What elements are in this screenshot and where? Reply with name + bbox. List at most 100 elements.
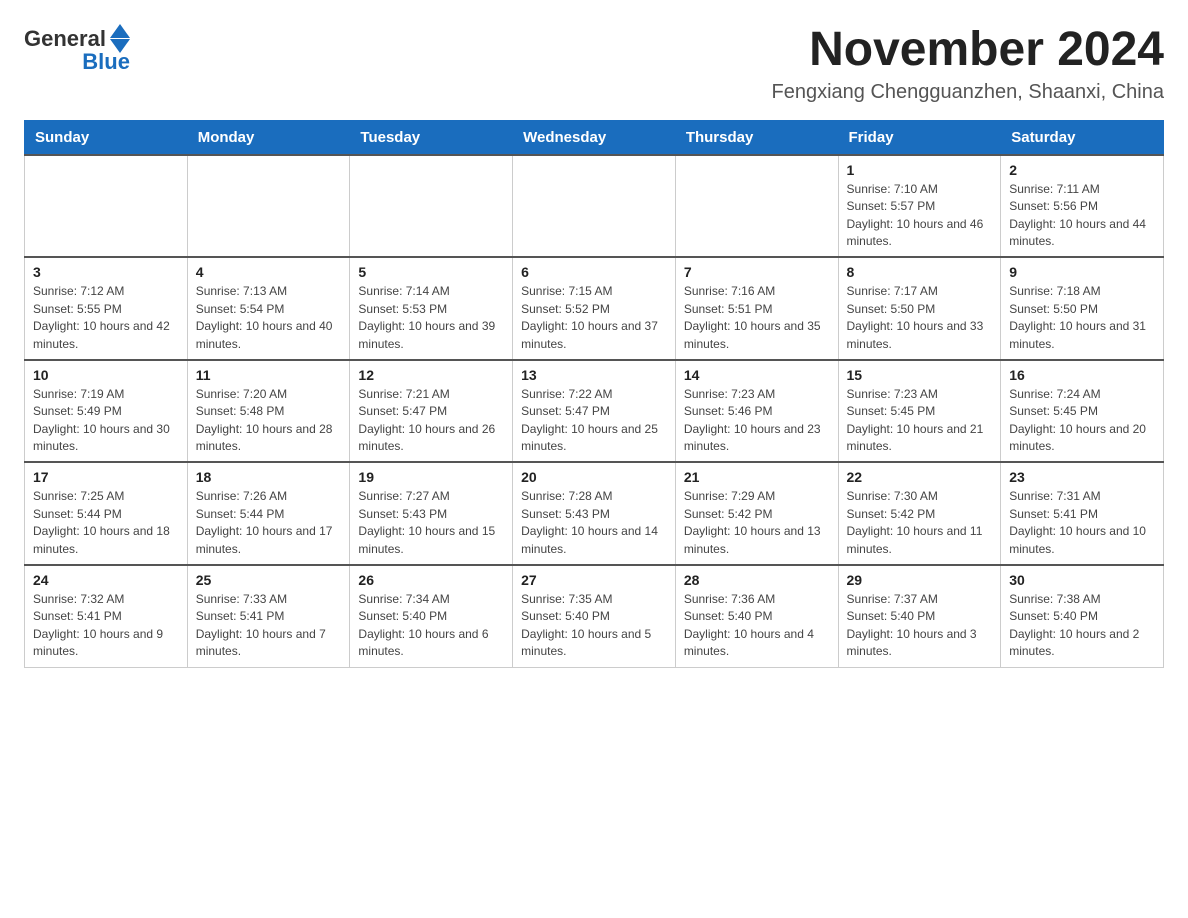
calendar-cell: 27 Sunrise: 7:35 AMSunset: 5:40 PMDayligh… bbox=[513, 565, 676, 667]
day-info: Sunrise: 7:36 AMSunset: 5:40 PMDaylight:… bbox=[684, 591, 830, 661]
day-number: 7 bbox=[684, 264, 830, 280]
day-info: Sunrise: 7:24 AMSunset: 5:45 PMDaylight:… bbox=[1009, 386, 1155, 456]
day-number: 20 bbox=[521, 469, 667, 485]
day-number: 10 bbox=[33, 367, 179, 383]
day-info: Sunrise: 7:18 AMSunset: 5:50 PMDaylight:… bbox=[1009, 283, 1155, 353]
day-number: 23 bbox=[1009, 469, 1155, 485]
week-row-2: 3 Sunrise: 7:12 AMSunset: 5:55 PMDaylight… bbox=[25, 257, 1164, 360]
day-info: Sunrise: 7:35 AMSunset: 5:40 PMDaylight:… bbox=[521, 591, 667, 661]
day-info: Sunrise: 7:15 AMSunset: 5:52 PMDaylight:… bbox=[521, 283, 667, 353]
day-number: 30 bbox=[1009, 572, 1155, 588]
week-row-4: 17 Sunrise: 7:25 AMSunset: 5:44 PMDayligh… bbox=[25, 462, 1164, 565]
day-info: Sunrise: 7:28 AMSunset: 5:43 PMDaylight:… bbox=[521, 488, 667, 558]
calendar-cell: 15 Sunrise: 7:23 AMSunset: 5:45 PMDayligh… bbox=[838, 360, 1001, 463]
calendar-cell: 25 Sunrise: 7:33 AMSunset: 5:41 PMDayligh… bbox=[187, 565, 350, 667]
day-number: 13 bbox=[521, 367, 667, 383]
calendar-cell: 23 Sunrise: 7:31 AMSunset: 5:41 PMDayligh… bbox=[1001, 462, 1164, 565]
day-info: Sunrise: 7:19 AMSunset: 5:49 PMDaylight:… bbox=[33, 386, 179, 456]
calendar-cell: 14 Sunrise: 7:23 AMSunset: 5:46 PMDayligh… bbox=[675, 360, 838, 463]
day-number: 18 bbox=[196, 469, 342, 485]
day-info: Sunrise: 7:37 AMSunset: 5:40 PMDaylight:… bbox=[847, 591, 993, 661]
calendar-cell: 12 Sunrise: 7:21 AMSunset: 5:47 PMDayligh… bbox=[350, 360, 513, 463]
day-info: Sunrise: 7:20 AMSunset: 5:48 PMDaylight:… bbox=[196, 386, 342, 456]
day-info: Sunrise: 7:23 AMSunset: 5:46 PMDaylight:… bbox=[684, 386, 830, 456]
calendar-cell bbox=[350, 155, 513, 258]
day-number: 8 bbox=[847, 264, 993, 280]
day-info: Sunrise: 7:26 AMSunset: 5:44 PMDaylight:… bbox=[196, 488, 342, 558]
calendar-cell: 16 Sunrise: 7:24 AMSunset: 5:45 PMDayligh… bbox=[1001, 360, 1164, 463]
calendar-cell bbox=[675, 155, 838, 258]
day-number: 25 bbox=[196, 572, 342, 588]
calendar-cell: 17 Sunrise: 7:25 AMSunset: 5:44 PMDayligh… bbox=[25, 462, 188, 565]
day-number: 11 bbox=[196, 367, 342, 383]
day-info: Sunrise: 7:29 AMSunset: 5:42 PMDaylight:… bbox=[684, 488, 830, 558]
calendar-header-wednesday: Wednesday bbox=[513, 120, 676, 155]
page-header: General Blue November 2024 Fengxiang Che… bbox=[24, 24, 1164, 104]
calendar-header-thursday: Thursday bbox=[675, 120, 838, 155]
calendar-cell: 11 Sunrise: 7:20 AMSunset: 5:48 PMDayligh… bbox=[187, 360, 350, 463]
day-info: Sunrise: 7:12 AMSunset: 5:55 PMDaylight:… bbox=[33, 283, 179, 353]
day-number: 24 bbox=[33, 572, 179, 588]
title-block: November 2024 Fengxiang Chengguanzhen, S… bbox=[771, 24, 1164, 104]
day-info: Sunrise: 7:23 AMSunset: 5:45 PMDaylight:… bbox=[847, 386, 993, 456]
day-info: Sunrise: 7:31 AMSunset: 5:41 PMDaylight:… bbox=[1009, 488, 1155, 558]
day-number: 2 bbox=[1009, 162, 1155, 178]
day-info: Sunrise: 7:30 AMSunset: 5:42 PMDaylight:… bbox=[847, 488, 993, 558]
day-info: Sunrise: 7:16 AMSunset: 5:51 PMDaylight:… bbox=[684, 283, 830, 353]
day-number: 9 bbox=[1009, 264, 1155, 280]
day-info: Sunrise: 7:14 AMSunset: 5:53 PMDaylight:… bbox=[358, 283, 504, 353]
day-info: Sunrise: 7:22 AMSunset: 5:47 PMDaylight:… bbox=[521, 386, 667, 456]
logo-general-text: General bbox=[24, 26, 106, 52]
calendar-cell: 18 Sunrise: 7:26 AMSunset: 5:44 PMDayligh… bbox=[187, 462, 350, 565]
day-number: 17 bbox=[33, 469, 179, 485]
day-number: 16 bbox=[1009, 367, 1155, 383]
day-info: Sunrise: 7:38 AMSunset: 5:40 PMDaylight:… bbox=[1009, 591, 1155, 661]
day-number: 3 bbox=[33, 264, 179, 280]
calendar-cell: 21 Sunrise: 7:29 AMSunset: 5:42 PMDayligh… bbox=[675, 462, 838, 565]
day-number: 15 bbox=[847, 367, 993, 383]
calendar-header-friday: Friday bbox=[838, 120, 1001, 155]
calendar-cell: 6Sunrise: 7:15 AMSunset: 5:52 PMDaylight… bbox=[513, 257, 676, 360]
day-number: 22 bbox=[847, 469, 993, 485]
calendar-cell: 9 Sunrise: 7:18 AMSunset: 5:50 PMDaylight… bbox=[1001, 257, 1164, 360]
day-info: Sunrise: 7:13 AMSunset: 5:54 PMDaylight:… bbox=[196, 283, 342, 353]
day-number: 4 bbox=[196, 264, 342, 280]
calendar-header-row: SundayMondayTuesdayWednesdayThursdayFrid… bbox=[25, 120, 1164, 155]
day-number: 12 bbox=[358, 367, 504, 383]
calendar-cell bbox=[187, 155, 350, 258]
day-number: 14 bbox=[684, 367, 830, 383]
calendar-cell: 10 Sunrise: 7:19 AMSunset: 5:49 PMDayligh… bbox=[25, 360, 188, 463]
calendar-cell: 7 Sunrise: 7:16 AMSunset: 5:51 PMDaylight… bbox=[675, 257, 838, 360]
main-title: November 2024 bbox=[771, 24, 1164, 77]
calendar-cell: 1Sunrise: 7:10 AMSunset: 5:57 PMDaylight… bbox=[838, 155, 1001, 258]
day-info: Sunrise: 7:32 AMSunset: 5:41 PMDaylight:… bbox=[33, 591, 179, 661]
logo-blue-text: Blue bbox=[82, 49, 130, 75]
day-info: Sunrise: 7:11 AMSunset: 5:56 PMDaylight:… bbox=[1009, 181, 1155, 251]
day-info: Sunrise: 7:33 AMSunset: 5:41 PMDaylight:… bbox=[196, 591, 342, 661]
location-subtitle: Fengxiang Chengguanzhen, Shaanxi, China bbox=[771, 81, 1164, 104]
calendar-cell bbox=[513, 155, 676, 258]
day-info: Sunrise: 7:27 AMSunset: 5:43 PMDaylight:… bbox=[358, 488, 504, 558]
calendar-cell: 26 Sunrise: 7:34 AMSunset: 5:40 PMDayligh… bbox=[350, 565, 513, 667]
calendar-cell: 28Sunrise: 7:36 AMSunset: 5:40 PMDayligh… bbox=[675, 565, 838, 667]
week-row-5: 24 Sunrise: 7:32 AMSunset: 5:41 PMDayligh… bbox=[25, 565, 1164, 667]
day-number: 19 bbox=[358, 469, 504, 485]
day-info: Sunrise: 7:25 AMSunset: 5:44 PMDaylight:… bbox=[33, 488, 179, 558]
day-info: Sunrise: 7:34 AMSunset: 5:40 PMDaylight:… bbox=[358, 591, 504, 661]
day-number: 26 bbox=[358, 572, 504, 588]
calendar-cell: 3 Sunrise: 7:12 AMSunset: 5:55 PMDaylight… bbox=[25, 257, 188, 360]
week-row-1: 1Sunrise: 7:10 AMSunset: 5:57 PMDaylight… bbox=[25, 155, 1164, 258]
calendar-cell: 24 Sunrise: 7:32 AMSunset: 5:41 PMDayligh… bbox=[25, 565, 188, 667]
day-number: 21 bbox=[684, 469, 830, 485]
logo: General Blue bbox=[24, 24, 130, 75]
calendar-cell: 19 Sunrise: 7:27 AMSunset: 5:43 PMDayligh… bbox=[350, 462, 513, 565]
week-row-3: 10 Sunrise: 7:19 AMSunset: 5:49 PMDayligh… bbox=[25, 360, 1164, 463]
calendar-header-saturday: Saturday bbox=[1001, 120, 1164, 155]
calendar-cell: 30 Sunrise: 7:38 AMSunset: 5:40 PMDayligh… bbox=[1001, 565, 1164, 667]
day-number: 1 bbox=[847, 162, 993, 178]
calendar-cell: 29Sunrise: 7:37 AMSunset: 5:40 PMDayligh… bbox=[838, 565, 1001, 667]
calendar-cell: 13 Sunrise: 7:22 AMSunset: 5:47 PMDayligh… bbox=[513, 360, 676, 463]
day-info: Sunrise: 7:21 AMSunset: 5:47 PMDaylight:… bbox=[358, 386, 504, 456]
day-number: 27 bbox=[521, 572, 667, 588]
day-info: Sunrise: 7:17 AMSunset: 5:50 PMDaylight:… bbox=[847, 283, 993, 353]
